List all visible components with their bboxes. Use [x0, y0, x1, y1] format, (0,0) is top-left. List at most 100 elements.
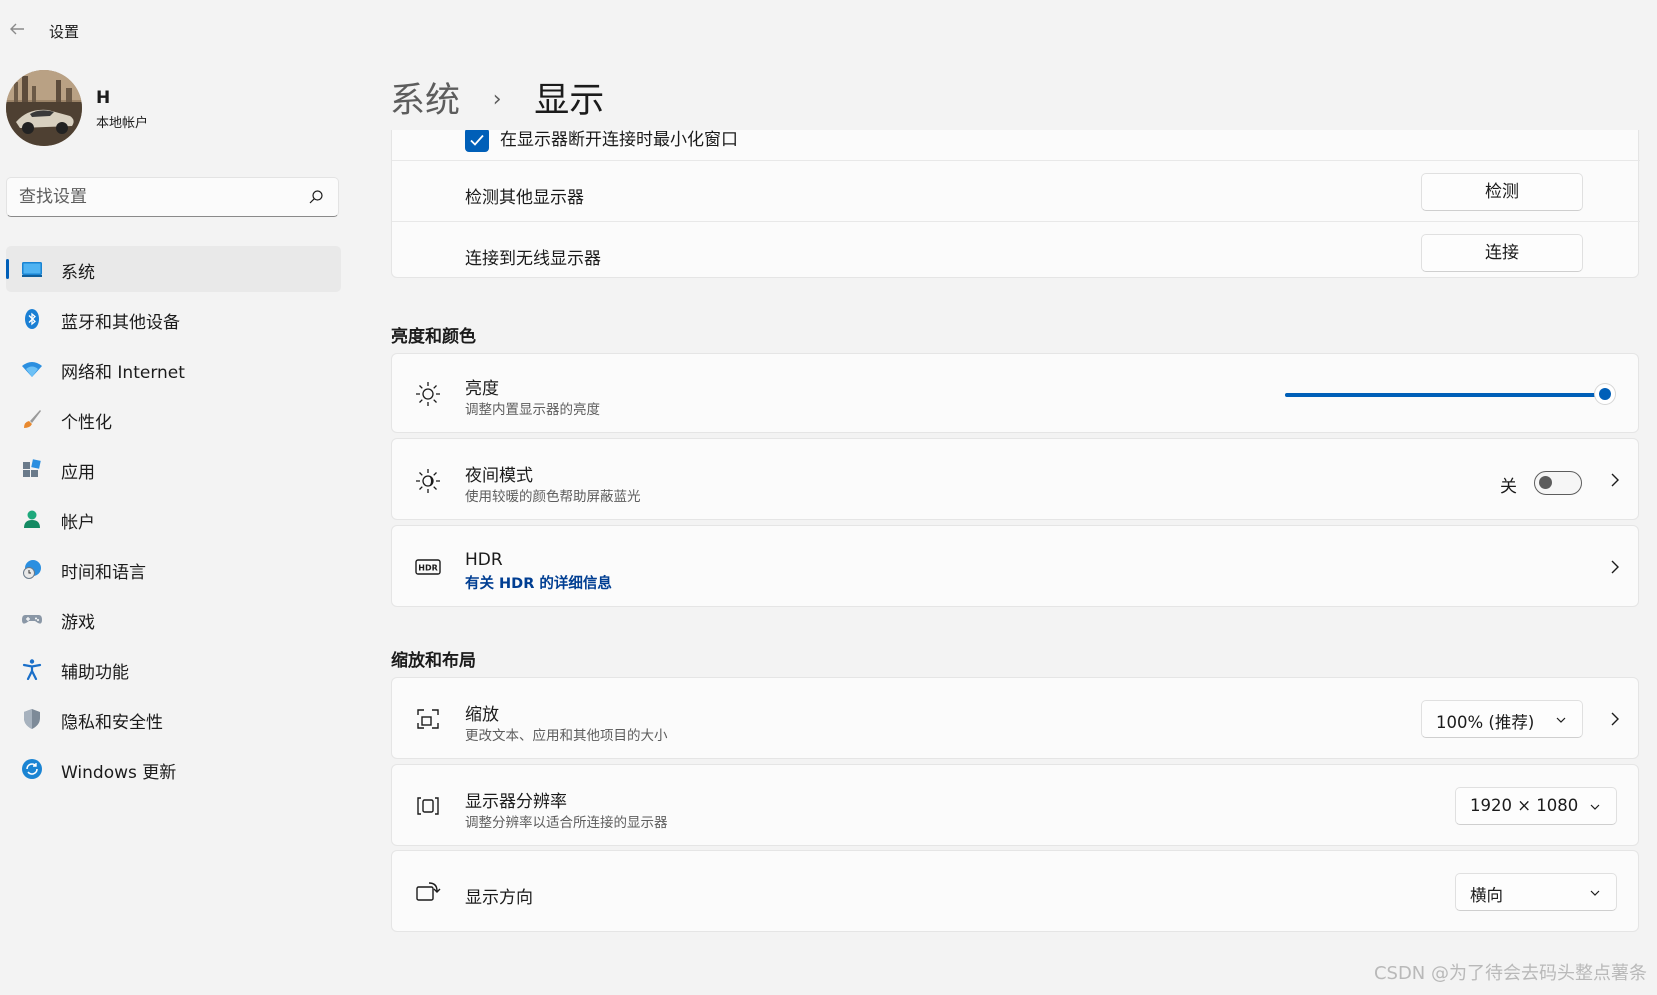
minimize-checkbox-label: 在显示器断开连接时最小化窗口: [500, 130, 738, 150]
scale-title: 缩放: [465, 705, 499, 725]
hdr-card[interactable]: HDR HDR 有关 HDR 的详细信息: [391, 525, 1639, 607]
search-box[interactable]: [6, 177, 339, 217]
scale-card[interactable]: 缩放 更改文本、应用和其他项目的大小 100% (推荐): [391, 677, 1639, 759]
clock-globe-icon: [23, 560, 41, 579]
sidebar-item-bluetooth[interactable]: 蓝牙和其他设备: [6, 296, 341, 342]
section-title-scale-layout: 缩放和布局: [391, 651, 476, 671]
sidebar-item-label: 网络和 Internet: [61, 363, 185, 383]
accessibility-icon: [22, 659, 42, 680]
connect-button[interactable]: 连接: [1421, 234, 1583, 272]
scale-icon: [417, 709, 439, 729]
night-light-icon: [416, 469, 440, 493]
app-title: 设置: [49, 23, 80, 41]
sidebar-item-gaming[interactable]: 游戏: [6, 596, 341, 642]
sidebar-nav: 系统 蓝牙和其他设备 网络和 Internet 个性化 应用 帐户 时间和语言 …: [6, 246, 341, 796]
resolution-dropdown[interactable]: 1920 × 1080: [1455, 787, 1617, 825]
sun-icon: [416, 382, 440, 406]
brightness-slider[interactable]: [1285, 379, 1625, 409]
detect-button[interactable]: 检测: [1421, 173, 1583, 211]
sidebar-item-privacy[interactable]: 隐私和安全性: [6, 696, 341, 742]
row-divider: [392, 160, 1640, 161]
night-light-title: 夜间模式: [465, 466, 533, 486]
sidebar-item-label: 个性化: [61, 413, 112, 433]
slider-thumb[interactable]: [1595, 384, 1616, 404]
night-light-card[interactable]: 夜间模式 使用较暖的颜色帮助屏蔽蓝光 关: [391, 438, 1639, 520]
orientation-dropdown-value: 横向: [1470, 886, 1503, 905]
sidebar-item-system[interactable]: 系统: [6, 246, 341, 292]
chevron-down-icon: [1590, 890, 1600, 896]
breadcrumb-parent[interactable]: 系统: [390, 81, 460, 121]
slider-fill: [1285, 393, 1606, 397]
sidebar-item-windows-update[interactable]: Windows 更新: [6, 746, 341, 792]
sidebar-item-apps[interactable]: 应用: [6, 446, 341, 492]
minimize-row[interactable]: 在显示器断开连接时最小化窗口: [392, 130, 1640, 171]
gamepad-icon: [22, 615, 42, 624]
detect-label: 检测其他显示器: [465, 188, 584, 208]
user-name: H: [96, 88, 111, 108]
resolution-subtitle: 调整分辨率以适合所连接的显示器: [465, 815, 668, 831]
avatar-car-image: [6, 70, 82, 146]
watermark: CSDN @为了待会去码头整点薯条: [1373, 963, 1647, 984]
account-type: 本地帐户: [96, 116, 149, 131]
sidebar-item-label: 辅助功能: [61, 663, 129, 683]
resolution-dropdown-value: 1920 × 1080: [1470, 796, 1579, 815]
scale-dropdown-value: 100% (推荐): [1436, 713, 1535, 732]
hdr-icon: HDR: [415, 559, 441, 575]
sidebar-item-label: 系统: [61, 263, 95, 283]
sidebar-item-time-language[interactable]: 时间和语言: [6, 546, 341, 592]
sidebar-item-label: 蓝牙和其他设备: [61, 313, 180, 333]
sidebar-item-label: Windows 更新: [61, 763, 177, 783]
main-content: 在显示器断开连接时最小化窗口 检测其他显示器 检测 连接到无线显示器 连接 亮度…: [391, 130, 1641, 995]
chevron-right-icon[interactable]: [1608, 711, 1622, 727]
brightness-title: 亮度: [465, 379, 499, 399]
minimize-checkbox[interactable]: [465, 130, 489, 152]
chevron-down-icon: [1590, 804, 1600, 810]
chevron-right-icon[interactable]: [1608, 472, 1622, 488]
wireless-label: 连接到无线显示器: [465, 249, 601, 269]
night-light-toggle[interactable]: [1534, 471, 1582, 495]
page-title: 显示: [534, 81, 605, 121]
checkmark-icon: [470, 134, 484, 146]
resolution-card: 显示器分辨率 调整分辨率以适合所连接的显示器 1920 × 1080: [391, 764, 1639, 846]
chevron-down-icon: [1556, 717, 1566, 723]
orientation-icon: [416, 882, 441, 901]
orientation-dropdown[interactable]: 横向: [1455, 873, 1617, 911]
wifi-icon: [22, 362, 42, 377]
brush-icon: [24, 410, 41, 428]
multi-display-card: 在显示器断开连接时最小化窗口 检测其他显示器 检测 连接到无线显示器 连接: [391, 130, 1640, 278]
back-arrow-icon[interactable]: [6, 18, 28, 40]
brightness-card: 亮度 调整内置显示器的亮度: [391, 353, 1639, 433]
orientation-card: 显示方向 横向: [391, 850, 1639, 932]
scale-subtitle: 更改文本、应用和其他项目的大小: [465, 728, 668, 744]
sidebar-item-label: 应用: [61, 463, 95, 483]
system-icon: [22, 262, 42, 277]
sidebar-item-accounts[interactable]: 帐户: [6, 496, 341, 542]
title-bar: 设置: [0, 0, 1657, 60]
night-light-state: 关: [1500, 477, 1517, 497]
night-light-subtitle: 使用较暖的颜色帮助屏蔽蓝光: [465, 489, 641, 505]
user-profile[interactable]: H 本地帐户: [6, 70, 336, 150]
breadcrumb: 系统 › 显示: [390, 72, 604, 122]
sidebar-item-label: 帐户: [61, 513, 95, 533]
account-icon: [24, 510, 40, 528]
chevron-right-icon[interactable]: [1608, 559, 1622, 575]
sidebar-item-network[interactable]: 网络和 Internet: [6, 346, 341, 392]
breadcrumb-chevron-icon: ›: [492, 87, 502, 112]
scale-dropdown[interactable]: 100% (推荐): [1421, 700, 1583, 738]
hdr-title: HDR: [465, 550, 503, 570]
row-divider: [392, 221, 1640, 222]
resolution-title: 显示器分辨率: [465, 792, 567, 812]
update-icon: [22, 759, 42, 779]
brightness-subtitle: 调整内置显示器的亮度: [465, 402, 600, 418]
shield-icon: [24, 709, 40, 729]
search-icon[interactable]: [308, 189, 324, 205]
toggle-knob: [1539, 476, 1552, 489]
sidebar-item-accessibility[interactable]: 辅助功能: [6, 646, 341, 692]
bluetooth-icon: [25, 309, 39, 329]
sidebar-item-personalization[interactable]: 个性化: [6, 396, 341, 442]
search-input[interactable]: [19, 185, 299, 209]
section-title-brightness-color: 亮度和颜色: [391, 327, 476, 347]
avatar[interactable]: [6, 70, 82, 146]
hdr-info-link[interactable]: 有关 HDR 的详细信息: [465, 572, 612, 593]
orientation-title: 显示方向: [465, 888, 533, 908]
